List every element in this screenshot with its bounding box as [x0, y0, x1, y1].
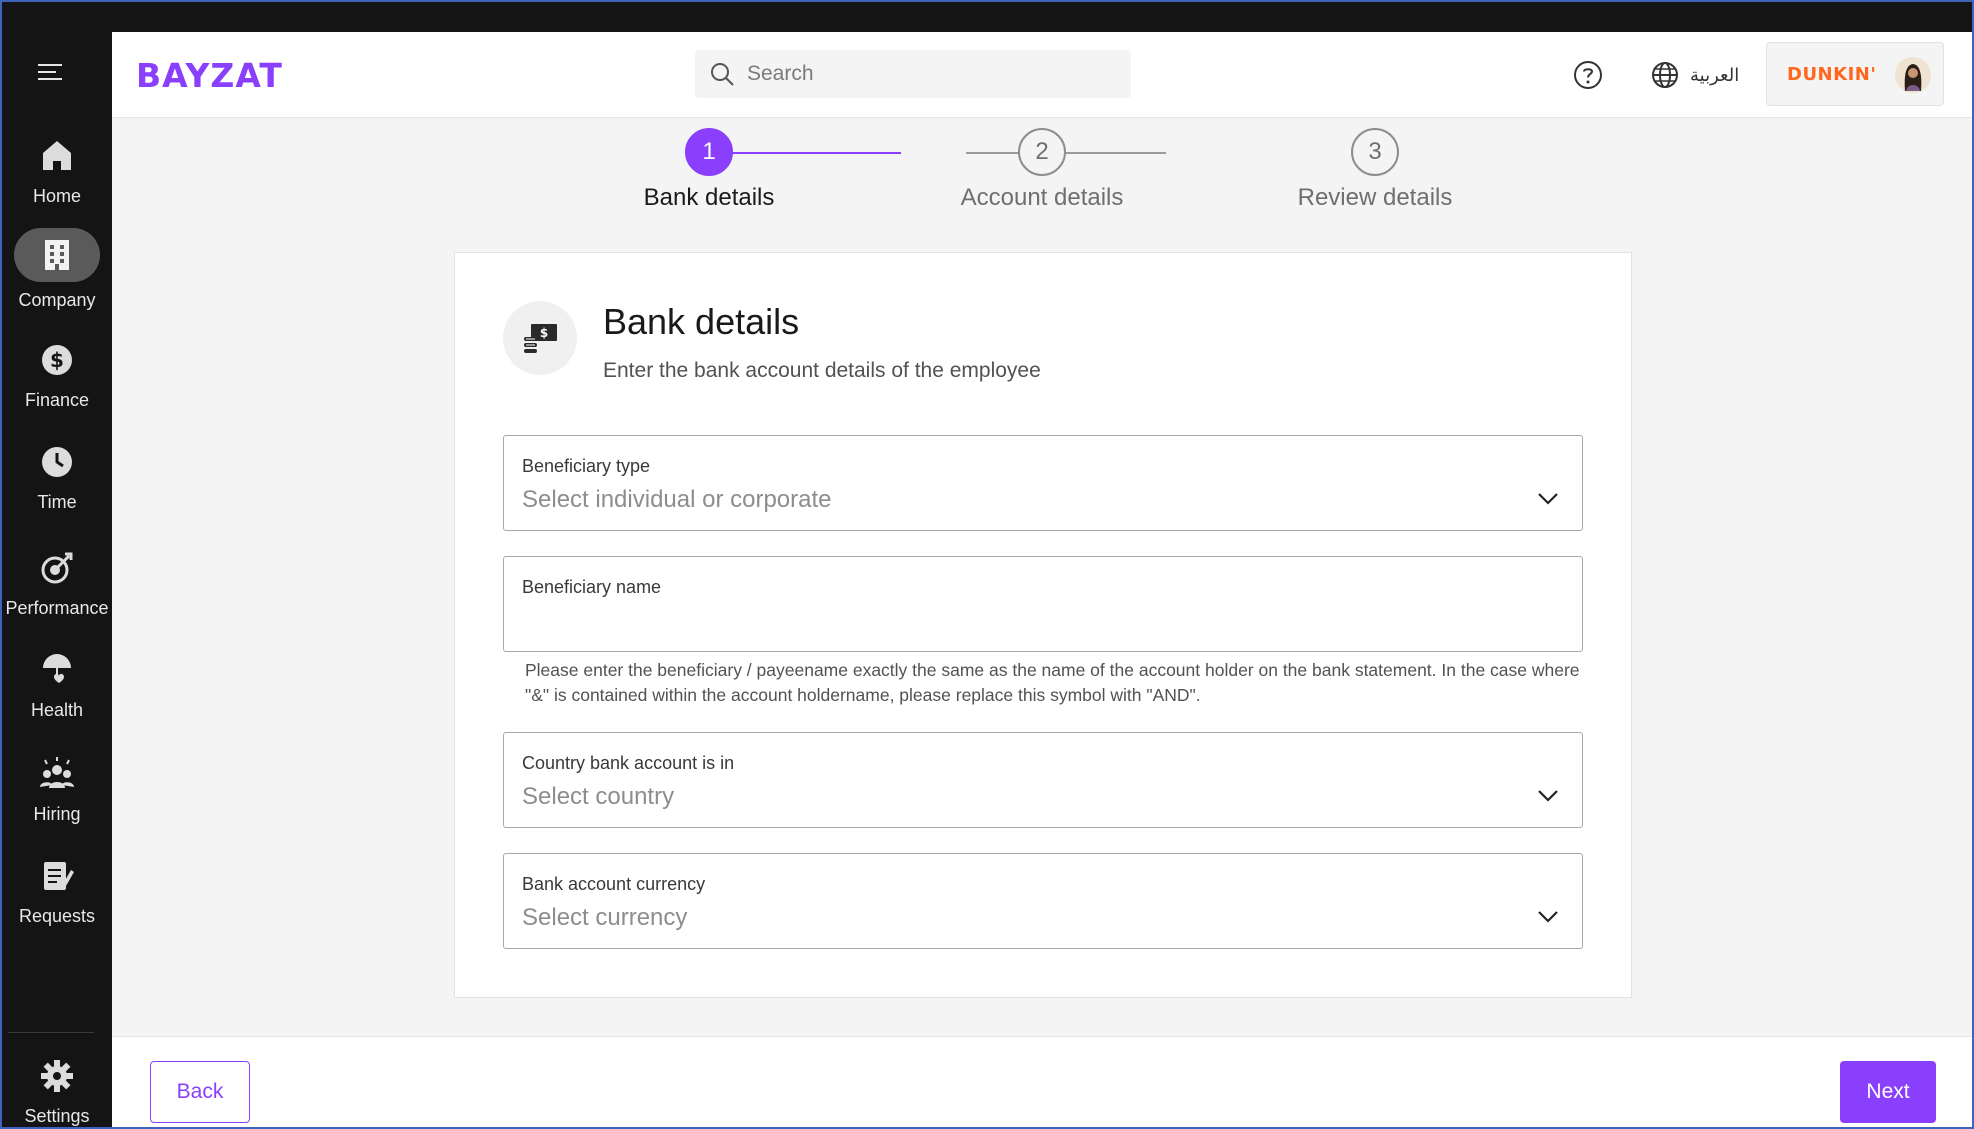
- sidebar: Home Company $ Finance Time Performance …: [2, 2, 112, 1127]
- umbrella-heart-icon: [43, 654, 71, 683]
- field-placeholder: Select individual or corporate: [522, 486, 832, 513]
- dollar-icon: $: [42, 345, 72, 375]
- search-input[interactable]: [747, 62, 1127, 86]
- company-switcher[interactable]: DUNKIN': [1766, 42, 1944, 106]
- field-placeholder: Select country: [522, 783, 675, 810]
- company-brand: DUNKIN': [1787, 63, 1877, 85]
- target-icon: [41, 552, 73, 584]
- sidebar-item-label: Finance: [24, 390, 90, 410]
- sidebar-item-label: Hiring: [33, 804, 81, 824]
- svg-text:$: $: [50, 348, 64, 372]
- avatar[interactable]: [1895, 57, 1931, 93]
- form-footer: Back Next: [112, 1036, 1972, 1127]
- building-icon: [45, 240, 69, 270]
- step-3-label: Review details: [1297, 184, 1453, 211]
- card-subtitle: Enter the bank account details of the em…: [603, 359, 1041, 382]
- field-label: Beneficiary type: [522, 456, 651, 476]
- sidebar-item-hiring[interactable]: Hiring: [2, 754, 112, 825]
- back-button[interactable]: Back: [150, 1061, 250, 1123]
- globe-icon: [1652, 62, 1678, 88]
- step-3-circle[interactable]: 3: [1351, 128, 1399, 176]
- country-select[interactable]: Country bank account is in Select countr…: [503, 732, 1583, 828]
- currency-select[interactable]: Bank account currency Select currency: [503, 853, 1583, 949]
- sidebar-item-label: Time: [37, 492, 77, 512]
- field-placeholder: Select currency: [522, 904, 688, 931]
- field-label: Country bank account is in: [522, 753, 735, 773]
- chevron-down-icon: [1538, 911, 1558, 923]
- gear-icon: [41, 1060, 73, 1092]
- card-title: Bank details: [603, 301, 800, 342]
- sidebar-item-performance[interactable]: Performance: [2, 548, 112, 619]
- clock-icon: [42, 447, 72, 477]
- step-2-label: Account details: [960, 184, 1124, 211]
- beneficiary-name-field[interactable]: Beneficiary name: [503, 556, 1583, 652]
- menu-toggle-icon[interactable]: [36, 62, 64, 82]
- bayzat-logo[interactable]: BAYZAT: [136, 56, 283, 95]
- sidebar-item-label: Performance: [5, 598, 109, 618]
- money-stack-icon: $: [524, 324, 557, 353]
- svg-text:$: $: [540, 326, 548, 340]
- help-button[interactable]: [1572, 59, 1604, 91]
- sidebar-item-label: Settings: [24, 1106, 90, 1126]
- sidebar-item-home[interactable]: Home: [2, 136, 112, 207]
- next-button[interactable]: Next: [1840, 1061, 1936, 1123]
- bank-card-icon: $: [503, 301, 577, 375]
- main-content: 1 Bank details 2 Account details 3 Revie…: [112, 118, 1972, 1036]
- sidebar-item-company[interactable]: Company: [2, 228, 112, 311]
- sidebar-item-health[interactable]: Health: [2, 650, 112, 721]
- progress-stepper: 1 Bank details 2 Account details 3 Revie…: [112, 118, 1972, 218]
- beneficiary-name-input[interactable]: [522, 607, 1562, 639]
- sidebar-item-time[interactable]: Time: [2, 442, 112, 513]
- sidebar-item-settings[interactable]: Settings: [2, 1056, 112, 1127]
- search-icon: [711, 63, 734, 86]
- clipboard-icon: [44, 862, 74, 890]
- home-icon: [43, 141, 71, 170]
- language-switch[interactable]: العربية: [1650, 58, 1739, 92]
- sidebar-item-label: Company: [18, 290, 96, 310]
- user-avatar-icon: [1895, 57, 1931, 93]
- sidebar-item-finance[interactable]: $ Finance: [2, 340, 112, 411]
- top-header: BAYZAT العربية DUNKIN': [112, 32, 1972, 118]
- step-1-label: Bank details: [643, 184, 775, 211]
- search-bar[interactable]: [695, 50, 1131, 98]
- help-icon: [1574, 61, 1602, 89]
- beneficiary-name-helper-text: Please enter the beneficiary / payeename…: [525, 660, 1580, 705]
- field-label: Beneficiary name: [522, 577, 662, 597]
- sidebar-item-label: Home: [32, 186, 81, 206]
- people-icon: [40, 757, 74, 788]
- beneficiary-type-select[interactable]: Beneficiary type Select individual or co…: [503, 435, 1583, 531]
- language-label: العربية: [1690, 64, 1740, 85]
- chevron-down-icon: [1538, 790, 1558, 802]
- step-1-circle[interactable]: 1: [685, 128, 733, 176]
- chevron-down-icon: [1538, 493, 1558, 505]
- sidebar-item-requests[interactable]: Requests: [2, 856, 112, 927]
- sidebar-divider: [8, 1032, 94, 1033]
- field-label: Bank account currency: [522, 874, 706, 894]
- step-connector-2: [966, 152, 1166, 154]
- sidebar-item-label: Health: [30, 700, 84, 720]
- active-pill: [14, 228, 100, 282]
- step-2-circle[interactable]: 2: [1018, 128, 1066, 176]
- app-window: Home Company $ Finance Time Performance …: [0, 0, 1974, 1129]
- sidebar-item-label: Requests: [18, 906, 96, 926]
- bank-details-card: $ Bank details Enter the bank account de…: [454, 252, 1632, 998]
